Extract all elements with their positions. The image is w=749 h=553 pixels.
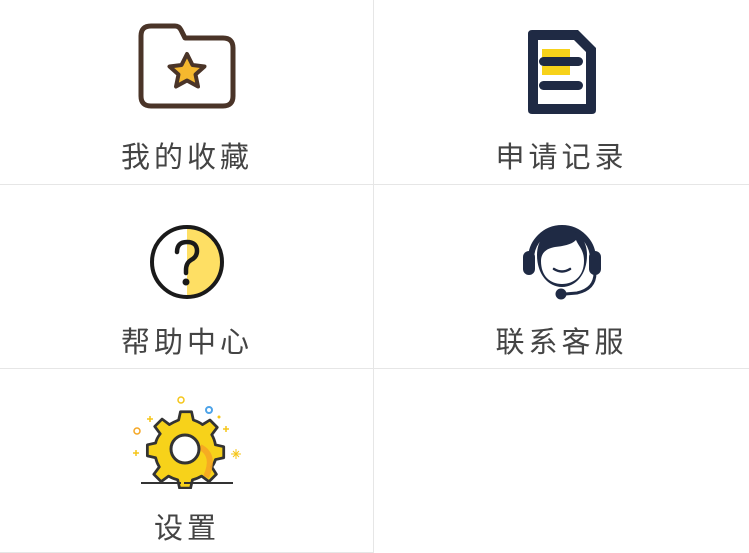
menu-item-contact-support[interactable]: 联系客服 [374,185,749,369]
menu-item-label: 帮助中心 [120,325,253,359]
menu-item-settings[interactable]: 设置 [0,369,374,553]
menu-item-label: 联系客服 [495,325,628,359]
customer-service-headset-icon [522,225,601,300]
help-question-icon [150,225,224,299]
settings-gear-icon [133,396,241,489]
menu-item-label: 申请记录 [495,140,628,174]
menu-item-help-center[interactable]: 帮助中心 [0,185,374,369]
menu-item-label: 我的收藏 [120,140,253,174]
menu-grid: 我的收藏 申请记录 帮助中心 联系客服 设置 [0,0,749,553]
favorites-folder-star-icon [138,23,236,109]
empty-grid-cell [374,369,749,553]
menu-item-label: 设置 [153,511,220,545]
menu-item-application-records[interactable]: 申请记录 [374,0,749,185]
document-record-icon [527,30,596,114]
menu-item-favorites[interactable]: 我的收藏 [0,0,374,185]
